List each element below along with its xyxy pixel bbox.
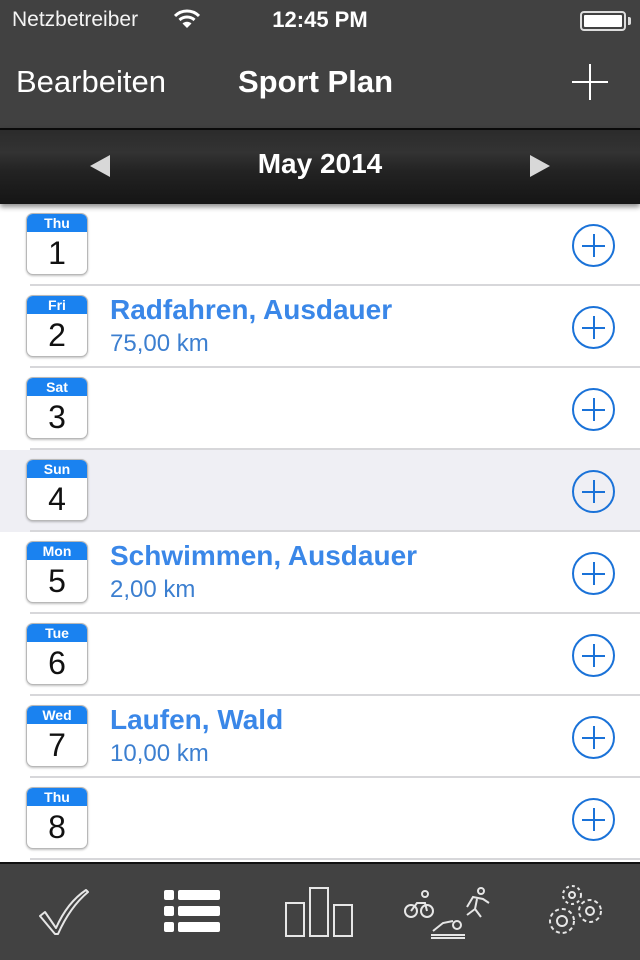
calendar-date-icon: Sat 3 (26, 377, 88, 439)
add-plan-button[interactable] (572, 64, 608, 100)
add-workout-button[interactable] (572, 634, 615, 677)
add-workout-button[interactable] (572, 552, 615, 595)
day-number: 6 (48, 645, 66, 681)
day-number: 7 (48, 727, 66, 763)
day-row[interactable]: Fri 2 Radfahren, Ausdauer 75,00 km (0, 286, 640, 368)
weekday-label: Thu (27, 788, 87, 806)
calendar-date-icon: Fri 2 (26, 295, 88, 357)
status-bar: Netzbetreiber 12:45 PM (0, 0, 640, 40)
row-separator (30, 858, 640, 860)
day-list[interactable]: Thu 1 Fri 2 Radfahren, Ausdauer 75,00 km Sat 3 S… (0, 204, 640, 862)
battery-icon (580, 11, 626, 31)
weekday-label: Thu (27, 214, 87, 232)
day-row[interactable]: Tue 6 (0, 614, 640, 696)
gears-icon (549, 885, 602, 934)
calendar-date-icon: Sun 4 (26, 459, 88, 521)
tab-bar (0, 862, 640, 960)
day-row[interactable]: Wed 7 Laufen, Wald 10,00 km (0, 696, 640, 778)
add-workout-button[interactable] (572, 306, 615, 349)
weekday-label: Fri (27, 296, 87, 314)
page-title: Sport Plan (238, 64, 394, 99)
workout-title: Laufen, Wald (110, 704, 284, 735)
calendar-date-icon: Thu 1 (26, 213, 88, 275)
month-selector: May 2014 (0, 128, 640, 204)
day-number: 3 (48, 399, 66, 435)
status-time: 12:45 PM (272, 7, 368, 32)
workout-distance: 2,00 km (110, 576, 196, 603)
triathlon-icon (404, 887, 490, 939)
tab-completed[interactable] (0, 864, 128, 960)
day-number: 1 (48, 235, 66, 271)
tab-sports[interactable] (384, 864, 512, 960)
tab-plan-list[interactable] (128, 864, 256, 960)
workout-distance: 75,00 km (110, 330, 209, 357)
day-row[interactable]: Thu 8 (0, 778, 640, 860)
list-icon (164, 890, 220, 932)
day-number: 8 (48, 809, 66, 845)
tab-settings[interactable] (512, 864, 640, 960)
weekday-label: Tue (27, 624, 87, 642)
workout-title: Schwimmen, Ausdauer (110, 540, 418, 571)
weekday-label: Sun (27, 460, 87, 478)
add-workout-button[interactable] (572, 798, 615, 841)
weekday-label: Mon (27, 542, 87, 560)
day-row[interactable]: Sun 4 (0, 450, 640, 532)
calendar-date-icon: Mon 5 (26, 541, 88, 603)
day-row[interactable]: Mon 5 Schwimmen, Ausdauer 2,00 km (0, 532, 640, 614)
top-bar: Netzbetreiber 12:45 PM Bearbeiten Sport … (0, 0, 640, 128)
edit-button[interactable]: Bearbeiten (16, 64, 166, 100)
calendar-date-icon: Thu 8 (26, 787, 88, 849)
add-workout-button[interactable] (572, 716, 615, 759)
day-row[interactable]: Sat 3 (0, 368, 640, 450)
bar-chart-icon (285, 887, 353, 937)
day-row[interactable]: Thu 1 (0, 204, 640, 286)
day-number: 2 (48, 317, 66, 353)
calendar-date-icon: Tue 6 (26, 623, 88, 685)
add-workout-button[interactable] (572, 388, 615, 431)
weekday-label: Wed (27, 706, 87, 724)
calendar-date-icon: Wed 7 (26, 705, 88, 767)
workout-distance: 10,00 km (110, 740, 209, 767)
day-number: 4 (48, 481, 66, 517)
weekday-label: Sat (27, 378, 87, 396)
add-workout-button[interactable] (572, 470, 615, 513)
add-workout-button[interactable] (572, 224, 615, 267)
checkmark-icon (39, 889, 89, 935)
battery-nub (628, 17, 631, 25)
next-month-button[interactable] (530, 155, 550, 177)
day-number: 5 (48, 563, 66, 599)
tab-statistics[interactable] (256, 864, 384, 960)
workout-title: Radfahren, Ausdauer (110, 294, 393, 325)
